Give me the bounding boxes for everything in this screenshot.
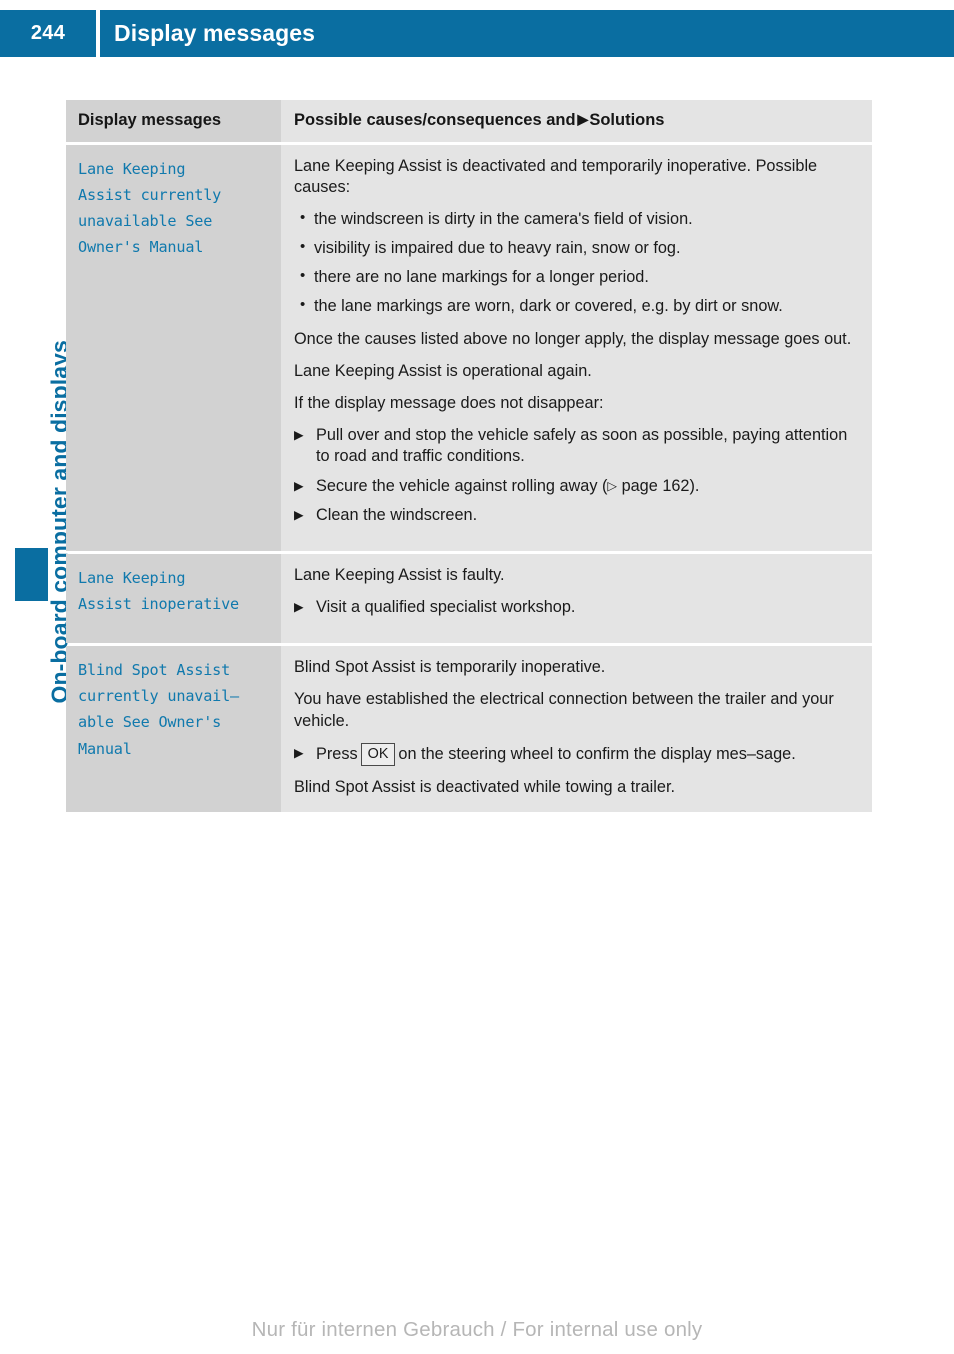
- row-solution-cell: Lane Keeping Assist is faulty. Visit a q…: [281, 553, 872, 644]
- display-messages-table: Display messages Possible causes/consequ…: [66, 100, 872, 815]
- paragraph: You have established the electrical conn…: [294, 690, 834, 730]
- page-cross-reference[interactable]: page 162).: [617, 477, 700, 495]
- hollow-triangle-icon: ▷: [607, 478, 618, 493]
- display-message-text: Lane Keeping Assist inoperative: [78, 568, 239, 613]
- solution-step-list: PressOKon the steering wheel to confirm …: [294, 742, 856, 767]
- paragraph: Lane Keeping Assist is faulty.: [294, 565, 505, 584]
- row-message-cell: Blind Spot Assist currently unavail– abl…: [66, 646, 281, 813]
- step-text-pre: Press: [316, 744, 358, 763]
- cause-list: the windscreen is dirty in the camera's …: [294, 208, 856, 318]
- list-item: the lane markings are worn, dark or cove…: [294, 295, 856, 317]
- list-item: Pull over and stop the vehicle safely as…: [294, 425, 856, 467]
- row-message-cell: Lane Keeping Assist currently unavailabl…: [66, 144, 281, 551]
- column-header-solutions-prefix: Possible causes/consequences and: [294, 111, 576, 129]
- table-row: Lane Keeping Assist currently unavailabl…: [66, 144, 872, 551]
- paragraph: Once the causes listed above no longer a…: [294, 329, 852, 348]
- list-item: PressOKon the steering wheel to confirm …: [294, 742, 856, 767]
- solid-triangle-icon: ▶: [577, 111, 589, 127]
- solution-step-list: Pull over and stop the vehicle safely as…: [294, 425, 856, 526]
- display-message-text: Blind Spot Assist currently unavail– abl…: [78, 661, 239, 758]
- list-item: Clean the windscreen.: [294, 505, 856, 526]
- paragraph: Lane Keeping Assist is operational again…: [294, 361, 592, 380]
- chapter-tab-marker: [15, 548, 48, 601]
- paragraph: Lane Keeping Assist is deactivated and t…: [294, 156, 818, 196]
- list-item: Secure the vehicle against rolling away …: [294, 476, 856, 497]
- row-solution-cell: Lane Keeping Assist is deactivated and t…: [281, 144, 872, 551]
- paragraph: Blind Spot Assist is temporarily inopera…: [294, 658, 606, 677]
- row-solution-cell: Blind Spot Assist is temporarily inopera…: [281, 646, 872, 813]
- list-item: there are no lane markings for a longer …: [294, 266, 856, 288]
- step-text-pre: Secure the vehicle against rolling away …: [316, 476, 608, 495]
- table-row: Blind Spot Assist currently unavail– abl…: [66, 646, 872, 813]
- table-header-cell-solutions: Possible causes/consequences and ▶Solutio…: [281, 100, 872, 142]
- row-message-cell: Lane Keeping Assist inoperative: [66, 553, 281, 644]
- table-header-row: Display messages Possible causes/consequ…: [66, 100, 872, 142]
- display-message-text: Lane Keeping Assist currently unavailabl…: [78, 159, 222, 257]
- page-number: 244: [30, 21, 66, 44]
- list-item: the windscreen is dirty in the camera's …: [294, 208, 856, 230]
- table-row: Lane Keeping Assist inoperative Lane Kee…: [66, 553, 872, 644]
- page-title: Display messages: [114, 20, 316, 46]
- table-header-cell-messages: Display messages: [66, 100, 281, 142]
- paragraph: If the display message does not disappea…: [294, 394, 604, 412]
- step-text-post: on the steering wheel to confirm the dis…: [398, 744, 796, 763]
- solution-step-list: Visit a qualified specialist workshop.: [294, 597, 856, 618]
- column-header-solutions: Possible causes/consequences and ▶Solutio…: [294, 110, 856, 131]
- ok-key-button[interactable]: OK: [360, 742, 396, 767]
- list-item: Visit a qualified specialist workshop.: [294, 597, 856, 618]
- paragraph: Blind Spot Assist is deactivated while t…: [294, 778, 675, 797]
- column-header-display-messages: Display messages: [78, 111, 222, 129]
- footer-watermark: Nur für internen Gebrauch / For internal…: [251, 1318, 703, 1341]
- page-header-bar: 244 Display messages: [0, 10, 954, 57]
- column-header-solutions-suffix: Solutions: [589, 111, 665, 129]
- list-item: visibility is impaired due to heavy rain…: [294, 237, 856, 259]
